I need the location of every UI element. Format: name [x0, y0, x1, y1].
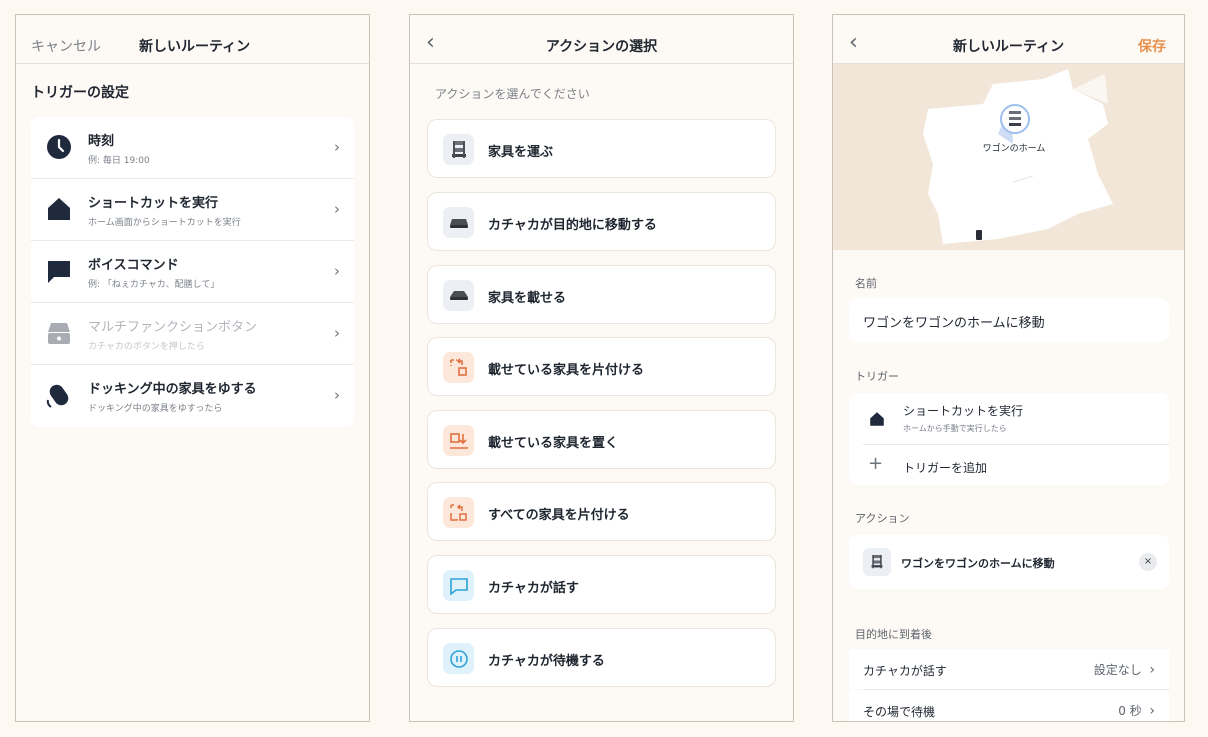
trigger-subtitle: ドッキング中の家具をゆすったら: [88, 404, 223, 414]
plus-icon: +: [868, 453, 884, 474]
action-label: 家具を載せる: [488, 291, 567, 306]
action-label: 載せている家具を置く: [488, 436, 619, 451]
pause-icon: [443, 643, 474, 674]
action-value: ワゴンをワゴンのホームに移動: [901, 557, 1055, 570]
action-wait[interactable]: カチャカが待機する: [427, 628, 776, 687]
trigger-item-time[interactable]: 時刻 例: 毎日 19:00 ›: [31, 117, 354, 179]
map-view[interactable]: ワゴンのホーム: [833, 64, 1184, 250]
action-carry-furniture[interactable]: 家具を運ぶ: [427, 119, 776, 178]
shake-furniture-icon: [46, 384, 69, 408]
robot-load-icon: [443, 280, 474, 311]
action-label: カチャカが話す: [488, 581, 579, 596]
after-row-speak[interactable]: カチャカが話す 設定なし ›: [849, 649, 1169, 689]
action-label: すべての家具を片付ける: [488, 508, 630, 523]
robot-move-icon: [443, 207, 474, 238]
trigger-subtitle: ホームから手動で実行したら: [903, 424, 1007, 433]
chevron-right-icon: ›: [334, 386, 340, 404]
chevron-right-icon: ›: [334, 324, 340, 342]
after-arrival-label: 目的地に到着後: [855, 628, 932, 641]
navbar: ‹ アクションの選択: [410, 15, 793, 64]
name-label: 名前: [855, 277, 877, 290]
action-move-to-destination[interactable]: カチャカが目的地に移動する: [427, 192, 776, 251]
floor-map-icon: [923, 69, 1113, 244]
trigger-subtitle: 例: 毎日 19:00: [88, 156, 150, 166]
chevron-right-icon: ›: [334, 200, 340, 218]
action-label: カチャカが目的地に移動する: [488, 218, 657, 233]
trigger-label: トリガー: [855, 370, 899, 383]
trigger-item-shake[interactable]: ドッキング中の家具をゆする ドッキング中の家具をゆすったら ›: [31, 365, 354, 427]
trigger-item-multifunction[interactable]: マルチファンクションボタン カチャカのボタンを押したら ›: [31, 303, 354, 365]
trigger-title: 時刻: [88, 134, 115, 149]
trigger-subtitle: 例: 「ねぇカチャカ、配膳して」: [88, 280, 220, 290]
action-speak[interactable]: カチャカが話す: [427, 555, 776, 614]
after-row-wait[interactable]: その場で待機 0 秒 ›: [849, 690, 1169, 721]
row-key: その場で待機: [863, 705, 936, 719]
cancel-button[interactable]: キャンセル: [31, 36, 101, 56]
trigger-title: ショートカットを実行: [903, 404, 1024, 418]
home-icon: [48, 198, 70, 220]
trigger-item-shortcut[interactable]: ショートカットを実行 ホーム画面からショートカットを実行 ›: [31, 179, 354, 241]
action-label: 載せている家具を片付ける: [488, 363, 645, 378]
row-value: 0 秒 ›: [1118, 703, 1155, 719]
trigger-list: 時刻 例: 毎日 19:00 › ショートカットを実行 ホーム画面からショートカ…: [31, 117, 354, 427]
speak-icon: [443, 570, 474, 601]
add-trigger-label: トリガーを追加: [903, 461, 988, 475]
chevron-right-icon: ›: [1149, 703, 1155, 719]
chevron-right-icon: ›: [334, 262, 340, 280]
section-title: トリガーの設定: [31, 85, 129, 101]
chevron-right-icon: ›: [334, 138, 340, 156]
action-select-screen: ‹ アクションの選択 アクションを選んでください 家具を運ぶ カチャカが目的地に…: [409, 14, 794, 722]
action-label: 家具を運ぶ: [488, 145, 554, 160]
home-icon: [870, 412, 884, 426]
trigger-settings-screen: キャンセル 新しいルーティン トリガーの設定 時刻 例: 毎日 19:00 › …: [15, 14, 370, 722]
place-furniture-icon: [443, 425, 474, 456]
page-title: 新しいルーティン: [139, 39, 251, 55]
navbar: キャンセル 新しいルーティン: [16, 15, 369, 64]
return-furniture-icon: [443, 352, 474, 383]
row-key: カチャカが話す: [863, 664, 947, 678]
action-label: カチャカが待機する: [488, 654, 605, 669]
map-pin-label: ワゴンのホーム: [982, 144, 1046, 154]
action-return-all-furniture[interactable]: すべての家具を片付ける: [427, 482, 776, 541]
trigger-title: ボイスコマンド: [88, 258, 179, 273]
chevron-right-icon: ›: [1149, 662, 1155, 678]
name-field[interactable]: ワゴンをワゴンのホームに移動: [849, 298, 1169, 342]
action-prompt: アクションを選んでください: [435, 87, 590, 101]
action-return-loaded-furniture[interactable]: 載せている家具を片付ける: [427, 337, 776, 396]
action-label: アクション: [855, 512, 910, 525]
trigger-item-voice[interactable]: ボイスコマンド 例: 「ねぇカチャカ、配膳して」 ›: [31, 241, 354, 303]
action-load-furniture[interactable]: 家具を載せる: [427, 265, 776, 324]
trigger-title: ショートカットを実行: [88, 196, 219, 211]
wagon-icon: [863, 548, 891, 576]
trigger-subtitle: カチャカのボタンを押したら: [88, 342, 205, 352]
page-title: 新しいルーティン: [952, 39, 1065, 55]
remove-action-button[interactable]: ×: [1139, 553, 1157, 571]
clock-icon: [47, 135, 71, 159]
action-place-loaded-furniture[interactable]: 載せている家具を置く: [427, 410, 776, 469]
row-value: 設定なし ›: [1093, 662, 1155, 678]
trigger-title: ドッキング中の家具をゆする: [88, 382, 257, 397]
action-item[interactable]: ワゴンをワゴンのホームに移動 ×: [849, 535, 1169, 589]
add-trigger-button[interactable]: + トリガーを追加: [849, 445, 1169, 485]
speech-bubble-icon: [48, 261, 70, 283]
save-button[interactable]: 保存: [1138, 36, 1166, 56]
trigger-card: ショートカットを実行 ホームから手動で実行したら + トリガーを追加: [849, 393, 1169, 485]
routine-detail-screen: ‹ 新しいルーティン 保存 ワゴンのホーム 名前 ワゴンをワゴンのホームに移動 …: [832, 14, 1185, 722]
navbar: ‹ 新しいルーティン 保存: [833, 15, 1184, 64]
return-all-icon: [443, 497, 474, 528]
page-title: アクションの選択: [545, 39, 658, 55]
multifunction-button-icon: [48, 323, 70, 344]
trigger-title: マルチファンクションボタン: [88, 320, 258, 335]
name-value: ワゴンをワゴンのホームに移動: [863, 316, 1045, 331]
wagon-icon: [443, 134, 474, 165]
trigger-item-shortcut[interactable]: ショートカットを実行 ホームから手動で実行したら: [849, 393, 1169, 444]
trigger-subtitle: ホーム画面からショートカットを実行: [88, 218, 241, 228]
